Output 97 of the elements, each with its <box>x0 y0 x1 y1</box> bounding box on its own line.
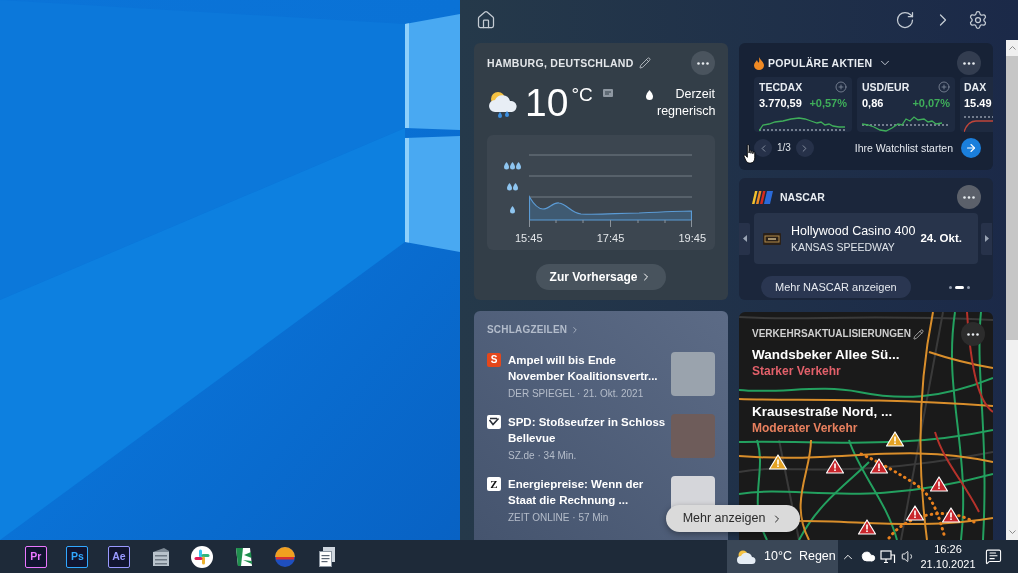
page-indicator: 1/3 <box>777 143 791 153</box>
source-logo-icon <box>487 415 501 429</box>
warning-sign-icon[interactable] <box>857 519 877 535</box>
route-name[interactable]: Wandsbeker Allee Sü... <box>752 346 900 363</box>
temperature-unit: °C <box>571 85 593 105</box>
stock-symbol: TECDAX <box>759 81 803 92</box>
stock-tile[interactable]: DAX 15.49 <box>960 77 993 132</box>
warning-sign-icon[interactable] <box>869 458 889 474</box>
source-meta: SZ.de · 34 Min. <box>508 449 578 462</box>
more-icon <box>963 195 975 199</box>
scrollbar-thumb[interactable] <box>1006 56 1018 340</box>
clock[interactable]: 16:26 21.10.2021 <box>918 541 978 572</box>
warning-sign-icon[interactable] <box>941 507 961 523</box>
cloud-sun-rain-icon <box>487 90 519 118</box>
striped-logo-icon <box>752 190 773 204</box>
headline-link[interactable]: Energiepreise: Wenn der Staat die Rechnung ... <box>508 476 667 508</box>
settings-icon[interactable] <box>968 10 988 30</box>
stock-price: 0,86 <box>862 97 884 109</box>
next-button[interactable] <box>981 222 992 255</box>
headline-link[interactable]: Ampel will bis Ende November Koalitionsvertr... <box>508 352 667 384</box>
source-meta: ZEIT ONLINE · 57 Min <box>508 511 610 524</box>
more-options-button[interactable] <box>957 185 981 209</box>
add-icon[interactable] <box>835 80 847 93</box>
section-title: NASCAR <box>780 191 825 203</box>
section-title: POPULÄRE AKTIEN <box>768 57 873 69</box>
scroll-up-icon[interactable] <box>1008 46 1016 50</box>
stock-tile[interactable]: TECDAX 3.770,59 +0,57% <box>754 77 852 132</box>
warning-sign-icon[interactable] <box>768 454 788 470</box>
network-icon[interactable] <box>880 549 896 564</box>
source-logo: S <box>487 353 501 367</box>
warning-sign-icon[interactable] <box>905 505 925 521</box>
raindrop-icon <box>509 206 515 214</box>
stock-symbol: USD/EUR <box>862 81 910 92</box>
show-more-button[interactable]: Mehr anzeigen <box>666 505 800 532</box>
refresh-icon[interactable] <box>895 10 915 30</box>
location-title: HAMBURG, DEUTSCHLAND <box>487 57 634 69</box>
price-change: +0,07% <box>912 97 950 109</box>
source-logo: Z <box>487 477 501 491</box>
warning-sign-icon[interactable] <box>929 476 949 492</box>
weather-taskbar-button[interactable]: 10°C Regen <box>727 540 838 573</box>
edit-icon[interactable] <box>912 328 924 340</box>
traffic-status: Starker Verkehr <box>752 363 841 379</box>
cloud-sun-icon <box>736 548 756 565</box>
arrow-right-icon <box>965 142 977 154</box>
stock-price: 3.770,59 <box>759 97 802 109</box>
raindrop-icon <box>646 90 653 100</box>
more-nascar-button[interactable]: Mehr NASCAR anzeigen <box>761 276 911 298</box>
headline-link[interactable]: SPD: Stoßseufzer in Schloss Bellevue <box>508 414 667 446</box>
traffic-status: Moderater Verkehr <box>752 420 858 436</box>
stock-price: 15.49 <box>964 97 992 109</box>
hand-cursor-icon <box>743 144 757 164</box>
time-label: 19:45 <box>678 231 706 245</box>
venue-name: KANSAS SPEEDWAY <box>791 240 896 254</box>
more-icon <box>963 61 975 65</box>
route-name[interactable]: Krausestraße Nord, ... <box>752 403 893 420</box>
photo-placeholder <box>671 352 715 396</box>
source-meta: DER SPIEGEL · 21. Okt. 2021 <box>508 387 645 400</box>
condition-text: Derzeit regnerisch <box>657 86 715 120</box>
two-raindrops-icon <box>506 183 518 191</box>
temperature: 10 <box>525 80 569 126</box>
home-icon[interactable] <box>476 10 496 30</box>
message-icon <box>602 89 613 97</box>
time-label: 15:45 <box>515 231 543 245</box>
notification-icon[interactable] <box>984 548 1002 565</box>
more-options-button[interactable] <box>691 51 715 75</box>
event-title: Hollywood Casino 400 <box>791 223 916 240</box>
scroll-down-icon[interactable] <box>1008 530 1016 534</box>
round-app-icon[interactable] <box>274 545 297 568</box>
more-icon <box>697 61 709 65</box>
pinwheel-app-icon[interactable] <box>191 545 214 568</box>
stock-symbol: DAX <box>964 81 987 92</box>
left-triangle-icon <box>742 235 747 242</box>
right-triangle-icon <box>984 235 989 242</box>
time-label: 17:45 <box>596 231 625 245</box>
app-logo[interactable]: Pr <box>24 545 47 568</box>
cloud-icon[interactable] <box>860 549 876 564</box>
event-card[interactable]: Hollywood Casino 400 KANSAS SPEEDWAY 24. Okt. <box>754 213 978 264</box>
edit-icon[interactable] <box>638 57 651 69</box>
event-logo-icon <box>763 232 781 245</box>
price-change: +0,57% <box>809 97 847 109</box>
more-icon <box>967 332 979 336</box>
previous-button[interactable] <box>739 222 750 255</box>
three-raindrops-icon <box>503 162 521 170</box>
stock-tile[interactable]: USD/EUR 0,86 +0,07% <box>857 77 955 132</box>
photo-placeholder <box>671 414 715 458</box>
watchlist-link[interactable]: Ihre Watchlist starten <box>854 142 953 154</box>
forecast-button[interactable]: Zur Vorhersage <box>535 264 667 290</box>
flame-icon <box>754 56 764 70</box>
more-options-button[interactable] <box>957 51 981 75</box>
watchlist-arrow-button[interactable] <box>961 138 981 158</box>
warning-sign-icon[interactable] <box>825 458 845 474</box>
warning-sign-icon[interactable] <box>885 431 905 447</box>
app-logo[interactable]: Ae <box>108 545 130 568</box>
app-logo[interactable]: Ps <box>66 545 89 568</box>
add-icon[interactable] <box>938 80 950 93</box>
section-title: VERKEHRSAKTUALISIERUNGEN <box>752 329 911 339</box>
event-date: 24. Okt. <box>920 232 962 245</box>
